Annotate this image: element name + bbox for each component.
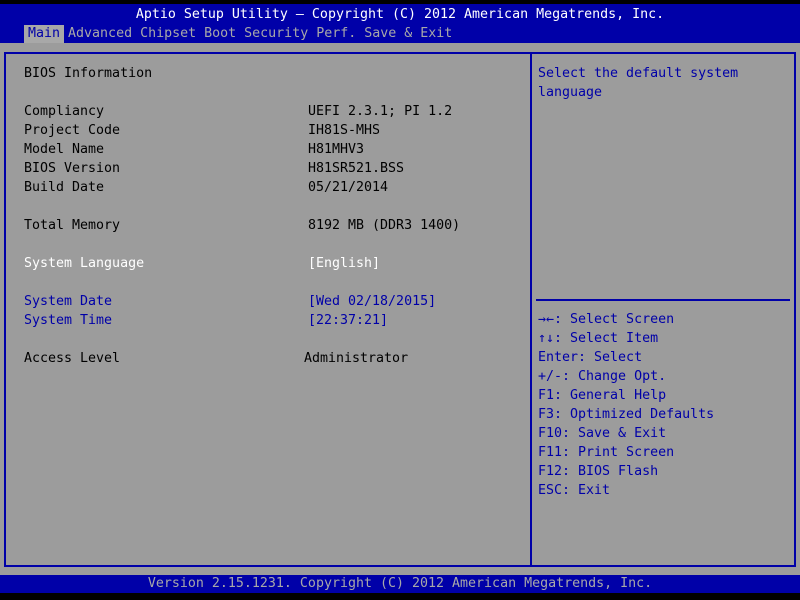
project-code-label: Project Code — [24, 123, 121, 138]
bios-version-label: BIOS Version — [24, 161, 121, 176]
key-f1: F1: General Help — [538, 388, 667, 403]
compliancy-label: Compliancy — [24, 104, 105, 119]
system-time-label[interactable]: System Time — [24, 311, 112, 330]
model-name-value: H81MHV3 — [308, 142, 365, 157]
help-divider — [536, 299, 790, 301]
key-f12: F12: BIOS Flash — [538, 464, 659, 479]
tab-save-exit[interactable]: Save & Exit — [360, 25, 456, 43]
key-f11: F11: Print Screen — [538, 445, 675, 460]
system-date-value[interactable]: [Wed 02/18/2015] — [308, 292, 436, 311]
tab-perf[interactable]: Perf. — [312, 25, 360, 43]
total-memory-label: Total Memory — [24, 218, 121, 233]
key-select-item: ↑↓: Select Item — [538, 331, 659, 346]
key-f3: F3: Optimized Defaults — [538, 407, 715, 422]
main-panel: BIOS Information Compliancy UEFI 2.3.1; … — [4, 52, 530, 567]
system-time-value[interactable]: [22:37:21] — [308, 311, 388, 330]
total-memory-value: 8192 MB (DDR3 1400) — [308, 218, 461, 233]
access-level-value: Administrator — [304, 351, 409, 366]
app-title: Aptio Setup Utility – Copyright (C) 2012… — [135, 7, 665, 22]
key-select-screen: →←: Select Screen — [538, 312, 675, 327]
setup-body: BIOS Information Compliancy UEFI 2.3.1; … — [0, 43, 800, 575]
help-description: Select the default system language — [538, 66, 739, 100]
model-name-label: Model Name — [24, 142, 105, 157]
key-esc: ESC: Exit — [538, 483, 611, 498]
tab-chipset[interactable]: Chipset — [136, 25, 200, 43]
section-title: BIOS Information — [24, 66, 153, 81]
footer-version: Version 2.15.1231. Copyright (C) 2012 Am… — [0, 575, 800, 593]
tab-security[interactable]: Security — [240, 25, 312, 43]
system-language-value[interactable]: [English] — [308, 254, 380, 273]
system-language-label[interactable]: System Language — [24, 254, 144, 273]
access-level-label: Access Level — [24, 351, 121, 366]
tab-boot[interactable]: Boot — [200, 25, 240, 43]
compliancy-value: UEFI 2.3.1; PI 1.2 — [308, 104, 453, 119]
header-bar: Aptio Setup Utility – Copyright (C) 2012… — [0, 4, 800, 43]
key-change-opt: +/-: Change Opt. — [538, 369, 667, 384]
key-legend: →←: Select Screen ↑↓: Select Item Enter:… — [538, 310, 714, 500]
build-date-label: Build Date — [24, 180, 105, 195]
project-code-value: IH81S-MHS — [308, 123, 381, 138]
build-date-value: 05/21/2014 — [308, 180, 389, 195]
bios-version-value: H81SR521.BSS — [308, 161, 405, 176]
system-date-label[interactable]: System Date — [24, 292, 112, 311]
tab-advanced[interactable]: Advanced — [64, 25, 136, 43]
tab-main[interactable]: Main — [24, 25, 65, 43]
tab-bar: Main Advanced Chipset Boot Security Perf… — [24, 25, 456, 43]
key-enter: Enter: Select — [538, 350, 643, 365]
key-f10: F10: Save & Exit — [538, 426, 667, 441]
help-panel: Select the default system language →←: S… — [530, 52, 796, 567]
